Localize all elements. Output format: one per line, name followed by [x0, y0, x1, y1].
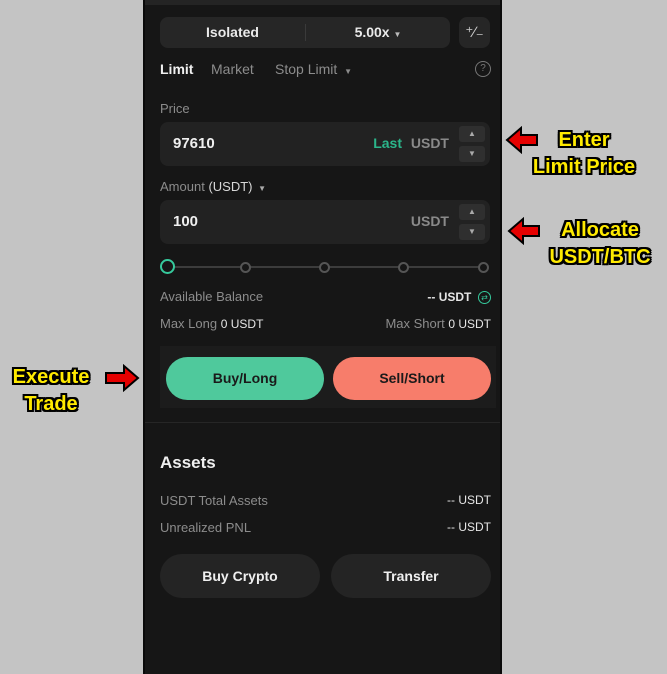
total-assets-label: USDT Total Assets — [160, 493, 268, 508]
annotation-line: Allocate — [561, 219, 639, 241]
annotation-line: Enter — [558, 129, 610, 151]
max-long-value: 0 USDT — [220, 317, 264, 331]
available-balance-value-group: -- USDT ⇄ — [427, 289, 491, 305]
help-icon[interactable]: ? — [475, 61, 491, 77]
price-value: 97610 — [173, 135, 215, 152]
section-divider — [145, 422, 500, 423]
chevron-down-icon[interactable]: ▼ — [459, 224, 485, 240]
slider-stop[interactable] — [319, 262, 330, 273]
amount-unit: USDT — [410, 213, 449, 229]
chevron-up-icon[interactable]: ▲ — [459, 126, 485, 142]
amount-label-text: Amount — [160, 179, 205, 194]
price-input[interactable]: 97610 Last USDT ▲ ▼ — [160, 122, 490, 166]
annotation-line: Limit Price — [532, 156, 636, 178]
available-balance-value: -- USDT — [427, 290, 472, 304]
max-short-value: 0 USDT — [448, 317, 491, 331]
amount-unit-label: (USDT) — [208, 179, 253, 194]
annotation-line: Execute — [12, 366, 90, 388]
slider-stop[interactable] — [398, 262, 409, 273]
chevron-down-icon[interactable]: ▼ — [459, 146, 485, 162]
chevron-up-icon[interactable]: ▲ — [459, 204, 485, 220]
buy-crypto-button[interactable]: Buy Crypto — [160, 554, 320, 598]
calculator-icon: ⁺∕₋ — [465, 24, 484, 41]
annotation-execute: Execute Trade — [0, 364, 102, 418]
calculator-button[interactable]: ⁺∕₋ — [459, 17, 490, 48]
slider-handle[interactable] — [160, 259, 175, 274]
top-border — [145, 0, 500, 5]
slider-stop[interactable] — [240, 262, 251, 273]
trade-buttons: Buy/Long Sell/Short — [160, 346, 496, 408]
price-stepper: ▲ ▼ — [459, 126, 485, 162]
chevron-down-icon: ▼ — [393, 30, 402, 39]
leverage-button[interactable]: 5.00x ▼ — [306, 17, 450, 48]
amount-stepper: ▲ ▼ — [459, 204, 485, 240]
arrow-right-icon — [105, 364, 140, 392]
trading-panel: Isolated 5.00x ▼ ⁺∕₋ Limit Market Stop L… — [143, 0, 502, 674]
total-assets-value: -- USDT — [447, 493, 491, 507]
assets-title: Assets — [160, 453, 216, 472]
amount-label[interactable]: Amount (USDT) ▼ — [160, 179, 266, 194]
unrealized-pnl-label: Unrealized PNL — [160, 520, 252, 535]
max-short: Max Short 0 USDT — [385, 316, 491, 331]
buy-long-button[interactable]: Buy/Long — [166, 357, 324, 400]
transfer-button[interactable]: Transfer — [331, 554, 491, 598]
slider-stop[interactable] — [478, 262, 489, 273]
amount-input[interactable]: 100 USDT ▲ ▼ — [160, 200, 490, 244]
chevron-down-icon: ▼ — [258, 184, 267, 193]
available-balance-label: Available Balance — [160, 289, 264, 304]
max-long: Max Long 0 USDT — [160, 316, 263, 331]
margin-mode-button[interactable]: Isolated — [160, 17, 305, 48]
annotation-line: Trade — [24, 393, 78, 415]
amount-slider[interactable] — [160, 258, 493, 276]
tab-limit[interactable]: Limit — [160, 61, 193, 77]
max-long-label: Max Long — [160, 316, 218, 331]
annotation-enter-price: Enter Limit Price — [514, 127, 654, 181]
last-price-button[interactable]: Last — [373, 135, 402, 151]
annotation-allocate: Allocate USDT/BTC — [533, 217, 667, 271]
max-short-label: Max Short — [385, 316, 445, 331]
leverage-label: 5.00x — [354, 24, 390, 40]
margin-leverage-selector: Isolated 5.00x ▼ — [160, 17, 450, 48]
tab-market[interactable]: Market — [211, 61, 254, 77]
price-unit: USDT — [410, 135, 449, 151]
unrealized-pnl-value: -- USDT — [447, 520, 491, 534]
tab-stop-limit[interactable]: Stop Limit ▼ — [275, 61, 352, 77]
annotation-line: USDT/BTC — [549, 246, 651, 268]
tab-stop-limit-label: Stop Limit — [275, 61, 338, 77]
margin-mode-label: Isolated — [206, 24, 259, 40]
swap-icon[interactable]: ⇄ — [478, 291, 491, 305]
price-label: Price — [160, 101, 190, 116]
amount-value: 100 — [173, 213, 199, 230]
chevron-down-icon: ▼ — [344, 67, 353, 76]
sell-short-button[interactable]: Sell/Short — [333, 357, 491, 400]
